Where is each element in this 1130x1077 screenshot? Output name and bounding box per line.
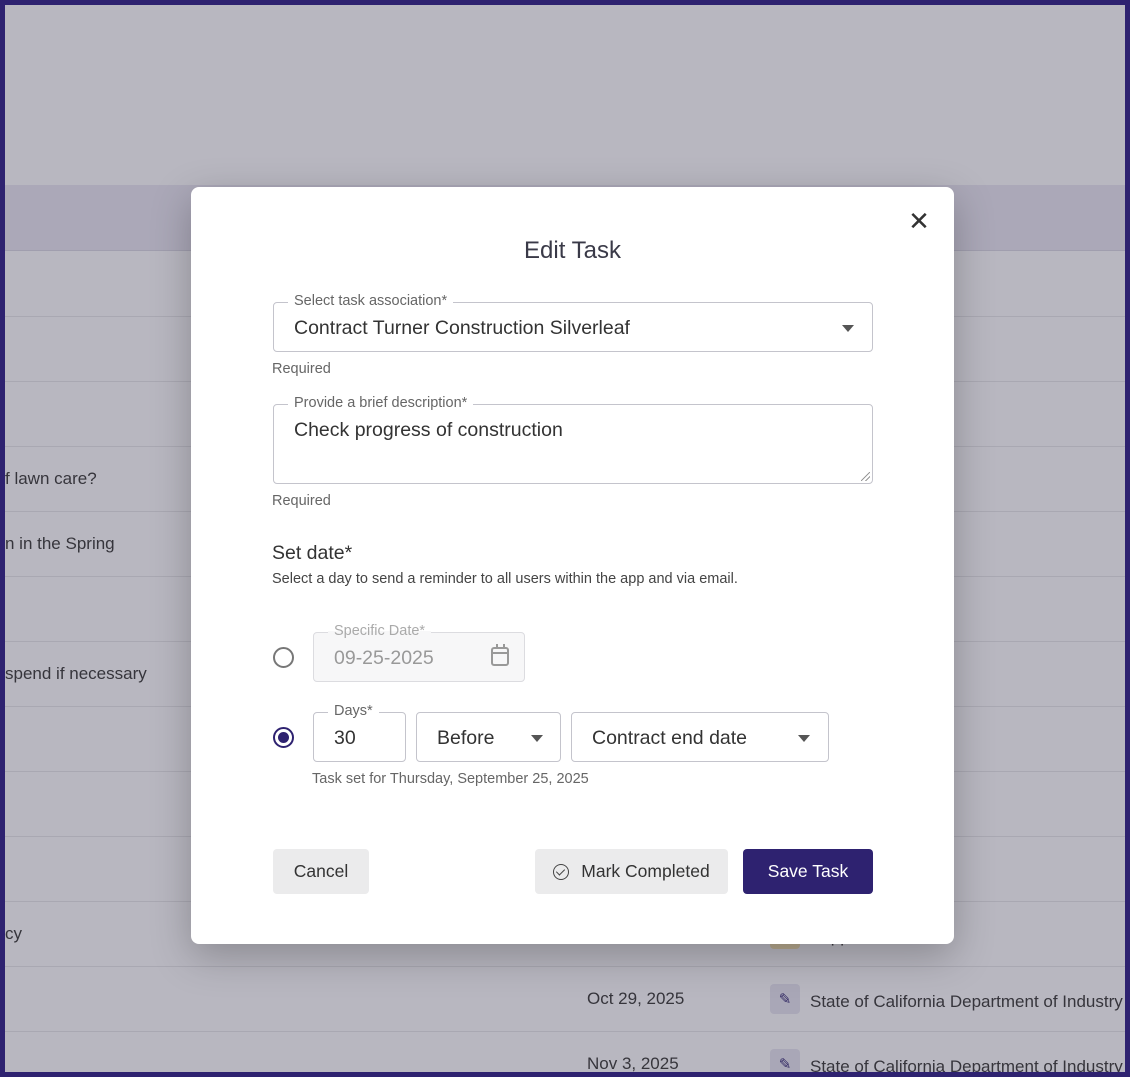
specific-date-label: Specific Date*	[328, 623, 432, 639]
description-helper: Required	[272, 493, 331, 509]
calendar-icon[interactable]	[491, 644, 509, 666]
modal-title: Edit Task	[524, 237, 621, 264]
save-task-button[interactable]: Save Task	[743, 849, 873, 894]
specific-date-input[interactable]: Specific Date* 09-25-2025	[313, 623, 525, 682]
app-frame: lar Lawn Careon - Contract Turner Cot of…	[0, 0, 1130, 1077]
task-association-label: Select task association*	[288, 293, 454, 309]
specific-date-radio[interactable]	[273, 647, 294, 668]
days-input[interactable]: Days* 30	[313, 703, 406, 762]
description-label: Provide a brief description*	[288, 395, 474, 411]
task-set-for-text: Task set for Thursday, September 25, 202…	[312, 771, 589, 787]
days-label: Days*	[328, 703, 379, 719]
reference-date-value: Contract end date	[592, 727, 748, 749]
edit-task-modal: ✕ Edit Task Select task association* Con…	[191, 187, 954, 944]
set-date-title: Set date*	[272, 542, 353, 564]
relative-date-radio[interactable]	[273, 727, 294, 748]
mark-completed-label: Mark Completed	[581, 861, 710, 881]
chevron-down-icon	[531, 735, 543, 742]
cancel-button[interactable]: Cancel	[273, 849, 369, 894]
reference-date-select[interactable]: Contract end date	[571, 712, 829, 762]
days-value: 30	[334, 727, 356, 749]
save-task-label: Save Task	[767, 861, 849, 881]
check-circle-icon	[553, 863, 570, 880]
mark-completed-button[interactable]: Mark Completed	[535, 849, 728, 894]
task-association-helper: Required	[272, 361, 331, 377]
chevron-down-icon	[798, 735, 810, 742]
direction-value: Before	[437, 727, 495, 749]
set-date-description: Select a day to send a reminder to all u…	[272, 571, 738, 587]
chevron-down-icon	[842, 325, 854, 332]
task-association-value: Contract Turner Construction Silverleaf	[294, 317, 630, 339]
direction-select[interactable]: Before	[416, 712, 561, 762]
description-value: Check progress of construction	[294, 419, 563, 441]
description-textarea[interactable]: Provide a brief description* Check progr…	[273, 395, 873, 484]
cancel-button-label: Cancel	[293, 861, 349, 881]
task-association-select[interactable]: Select task association* Contract Turner…	[273, 293, 873, 352]
resize-handle-icon[interactable]	[861, 472, 870, 481]
close-icon[interactable]: ✕	[907, 208, 931, 234]
specific-date-value: 09-25-2025	[334, 647, 434, 669]
